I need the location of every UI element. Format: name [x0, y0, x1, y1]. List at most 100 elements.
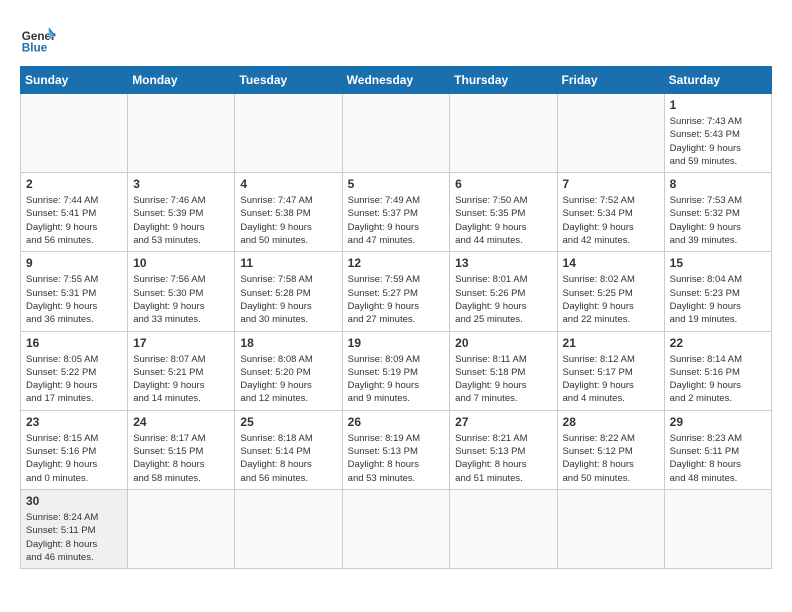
logo-icon: General Blue — [20, 20, 56, 56]
calendar-cell: 28 Sunrise: 8:22 AM Sunset: 5:12 PM Dayli… — [557, 410, 664, 489]
day-number: 22 — [670, 336, 766, 350]
day-number: 24 — [133, 415, 229, 429]
day-info: Sunrise: 8:18 AM Sunset: 5:14 PM Dayligh… — [240, 432, 336, 485]
calendar-cell: 13Sunrise: 8:01 AM Sunset: 5:26 PM Dayli… — [450, 252, 557, 331]
day-info: Sunrise: 8:05 AM Sunset: 5:22 PM Dayligh… — [26, 353, 122, 406]
day-number: 1 — [670, 98, 766, 112]
weekday-header-sunday: Sunday — [21, 67, 128, 94]
day-info: Sunrise: 8:08 AM Sunset: 5:20 PM Dayligh… — [240, 353, 336, 406]
calendar-cell: 2Sunrise: 7:44 AM Sunset: 5:41 PM Daylig… — [21, 173, 128, 252]
day-number: 3 — [133, 177, 229, 191]
calendar-cell: 27 Sunrise: 8:21 AM Sunset: 5:13 PM Dayli… — [450, 410, 557, 489]
calendar-table: SundayMondayTuesdayWednesdayThursdayFrid… — [20, 66, 772, 569]
day-info: Sunrise: 7:50 AM Sunset: 5:35 PM Dayligh… — [455, 194, 551, 247]
day-info: Sunrise: 7:46 AM Sunset: 5:39 PM Dayligh… — [133, 194, 229, 247]
calendar-cell — [342, 94, 450, 173]
day-info: Sunrise: 7:53 AM Sunset: 5:32 PM Dayligh… — [670, 194, 766, 247]
calendar-cell — [342, 489, 450, 568]
calendar-week-row: 9 Sunrise: 7:55 AM Sunset: 5:31 PM Daylig… — [21, 252, 772, 331]
logo: General Blue — [20, 20, 56, 56]
day-info: Sunrise: 8:22 AM Sunset: 5:12 PM Dayligh… — [563, 432, 659, 485]
day-number: 12 — [348, 256, 445, 270]
day-number: 13 — [455, 256, 551, 270]
calendar-cell: 1 Sunrise: 7:43 AM Sunset: 5:43 PM Daylig… — [664, 94, 771, 173]
day-number: 28 — [563, 415, 659, 429]
weekday-header-monday: Monday — [128, 67, 235, 94]
day-number: 19 — [348, 336, 445, 350]
day-info: Sunrise: 8:24 AM Sunset: 5:11 PM Dayligh… — [26, 511, 122, 564]
calendar-cell — [235, 489, 342, 568]
day-info: Sunrise: 7:49 AM Sunset: 5:37 PM Dayligh… — [348, 194, 445, 247]
calendar-cell: 17 Sunrise: 8:07 AM Sunset: 5:21 PM Dayli… — [128, 331, 235, 410]
day-info: Sunrise: 8:11 AM Sunset: 5:18 PM Dayligh… — [455, 353, 551, 406]
calendar-cell: 7Sunrise: 7:52 AM Sunset: 5:34 PM Daylig… — [557, 173, 664, 252]
calendar-week-row: 30 Sunrise: 8:24 AM Sunset: 5:11 PM Dayli… — [21, 489, 772, 568]
calendar-week-row: 1 Sunrise: 7:43 AM Sunset: 5:43 PM Daylig… — [21, 94, 772, 173]
calendar-cell: 30 Sunrise: 8:24 AM Sunset: 5:11 PM Dayli… — [21, 489, 128, 568]
weekday-header-thursday: Thursday — [450, 67, 557, 94]
day-number: 2 — [26, 177, 122, 191]
day-number: 8 — [670, 177, 766, 191]
calendar-cell — [557, 489, 664, 568]
svg-text:Blue: Blue — [22, 42, 48, 55]
weekday-header-wednesday: Wednesday — [342, 67, 450, 94]
calendar-cell: 12 Sunrise: 7:59 AM Sunset: 5:27 PM Dayli… — [342, 252, 450, 331]
day-info: Sunrise: 8:09 AM Sunset: 5:19 PM Dayligh… — [348, 353, 445, 406]
calendar-cell: 22 Sunrise: 8:14 AM Sunset: 5:16 PM Dayli… — [664, 331, 771, 410]
calendar-cell — [450, 94, 557, 173]
calendar-cell: 26 Sunrise: 8:19 AM Sunset: 5:13 PM Dayli… — [342, 410, 450, 489]
page-header: General Blue — [20, 20, 772, 56]
day-info: Sunrise: 7:58 AM Sunset: 5:28 PM Dayligh… — [240, 273, 336, 326]
day-info: Sunrise: 8:17 AM Sunset: 5:15 PM Dayligh… — [133, 432, 229, 485]
calendar-cell: 14 Sunrise: 8:02 AM Sunset: 5:25 PM Dayli… — [557, 252, 664, 331]
calendar-cell: 6 Sunrise: 7:50 AM Sunset: 5:35 PM Daylig… — [450, 173, 557, 252]
calendar-cell: 24 Sunrise: 8:17 AM Sunset: 5:15 PM Dayli… — [128, 410, 235, 489]
day-number: 7 — [563, 177, 659, 191]
day-number: 5 — [348, 177, 445, 191]
day-number: 17 — [133, 336, 229, 350]
day-info: Sunrise: 8:21 AM Sunset: 5:13 PM Dayligh… — [455, 432, 551, 485]
calendar-cell: 23Sunrise: 8:15 AM Sunset: 5:16 PM Dayli… — [21, 410, 128, 489]
calendar-cell — [128, 94, 235, 173]
calendar-cell: 19 Sunrise: 8:09 AM Sunset: 5:19 PM Dayli… — [342, 331, 450, 410]
day-number: 9 — [26, 256, 122, 270]
day-number: 20 — [455, 336, 551, 350]
day-info: Sunrise: 8:02 AM Sunset: 5:25 PM Dayligh… — [563, 273, 659, 326]
day-number: 21 — [563, 336, 659, 350]
weekday-header-friday: Friday — [557, 67, 664, 94]
day-number: 26 — [348, 415, 445, 429]
day-number: 14 — [563, 256, 659, 270]
day-info: Sunrise: 7:55 AM Sunset: 5:31 PM Dayligh… — [26, 273, 122, 326]
day-info: Sunrise: 7:56 AM Sunset: 5:30 PM Dayligh… — [133, 273, 229, 326]
day-number: 30 — [26, 494, 122, 508]
day-number: 27 — [455, 415, 551, 429]
day-info: Sunrise: 8:15 AM Sunset: 5:16 PM Dayligh… — [26, 432, 122, 485]
calendar-cell — [664, 489, 771, 568]
weekday-header-saturday: Saturday — [664, 67, 771, 94]
day-number: 4 — [240, 177, 336, 191]
day-info: Sunrise: 8:07 AM Sunset: 5:21 PM Dayligh… — [133, 353, 229, 406]
calendar-cell: 25 Sunrise: 8:18 AM Sunset: 5:14 PM Dayli… — [235, 410, 342, 489]
weekday-header-row: SundayMondayTuesdayWednesdayThursdayFrid… — [21, 67, 772, 94]
day-info: Sunrise: 8:04 AM Sunset: 5:23 PM Dayligh… — [670, 273, 766, 326]
day-number: 6 — [455, 177, 551, 191]
day-info: Sunrise: 7:43 AM Sunset: 5:43 PM Dayligh… — [670, 115, 766, 168]
calendar-week-row: 23Sunrise: 8:15 AM Sunset: 5:16 PM Dayli… — [21, 410, 772, 489]
day-number: 29 — [670, 415, 766, 429]
calendar-cell: 10Sunrise: 7:56 AM Sunset: 5:30 PM Dayli… — [128, 252, 235, 331]
calendar-cell: 29Sunrise: 8:23 AM Sunset: 5:11 PM Dayli… — [664, 410, 771, 489]
day-info: Sunrise: 7:47 AM Sunset: 5:38 PM Dayligh… — [240, 194, 336, 247]
calendar-cell — [128, 489, 235, 568]
day-info: Sunrise: 7:59 AM Sunset: 5:27 PM Dayligh… — [348, 273, 445, 326]
weekday-header-tuesday: Tuesday — [235, 67, 342, 94]
calendar-cell: 3 Sunrise: 7:46 AM Sunset: 5:39 PM Daylig… — [128, 173, 235, 252]
calendar-cell: 11Sunrise: 7:58 AM Sunset: 5:28 PM Dayli… — [235, 252, 342, 331]
calendar-week-row: 16 Sunrise: 8:05 AM Sunset: 5:22 PM Dayli… — [21, 331, 772, 410]
day-info: Sunrise: 8:14 AM Sunset: 5:16 PM Dayligh… — [670, 353, 766, 406]
day-info: Sunrise: 8:19 AM Sunset: 5:13 PM Dayligh… — [348, 432, 445, 485]
day-number: 25 — [240, 415, 336, 429]
calendar-cell: 4 Sunrise: 7:47 AM Sunset: 5:38 PM Daylig… — [235, 173, 342, 252]
day-info: Sunrise: 8:12 AM Sunset: 5:17 PM Dayligh… — [563, 353, 659, 406]
calendar-week-row: 2Sunrise: 7:44 AM Sunset: 5:41 PM Daylig… — [21, 173, 772, 252]
day-number: 16 — [26, 336, 122, 350]
